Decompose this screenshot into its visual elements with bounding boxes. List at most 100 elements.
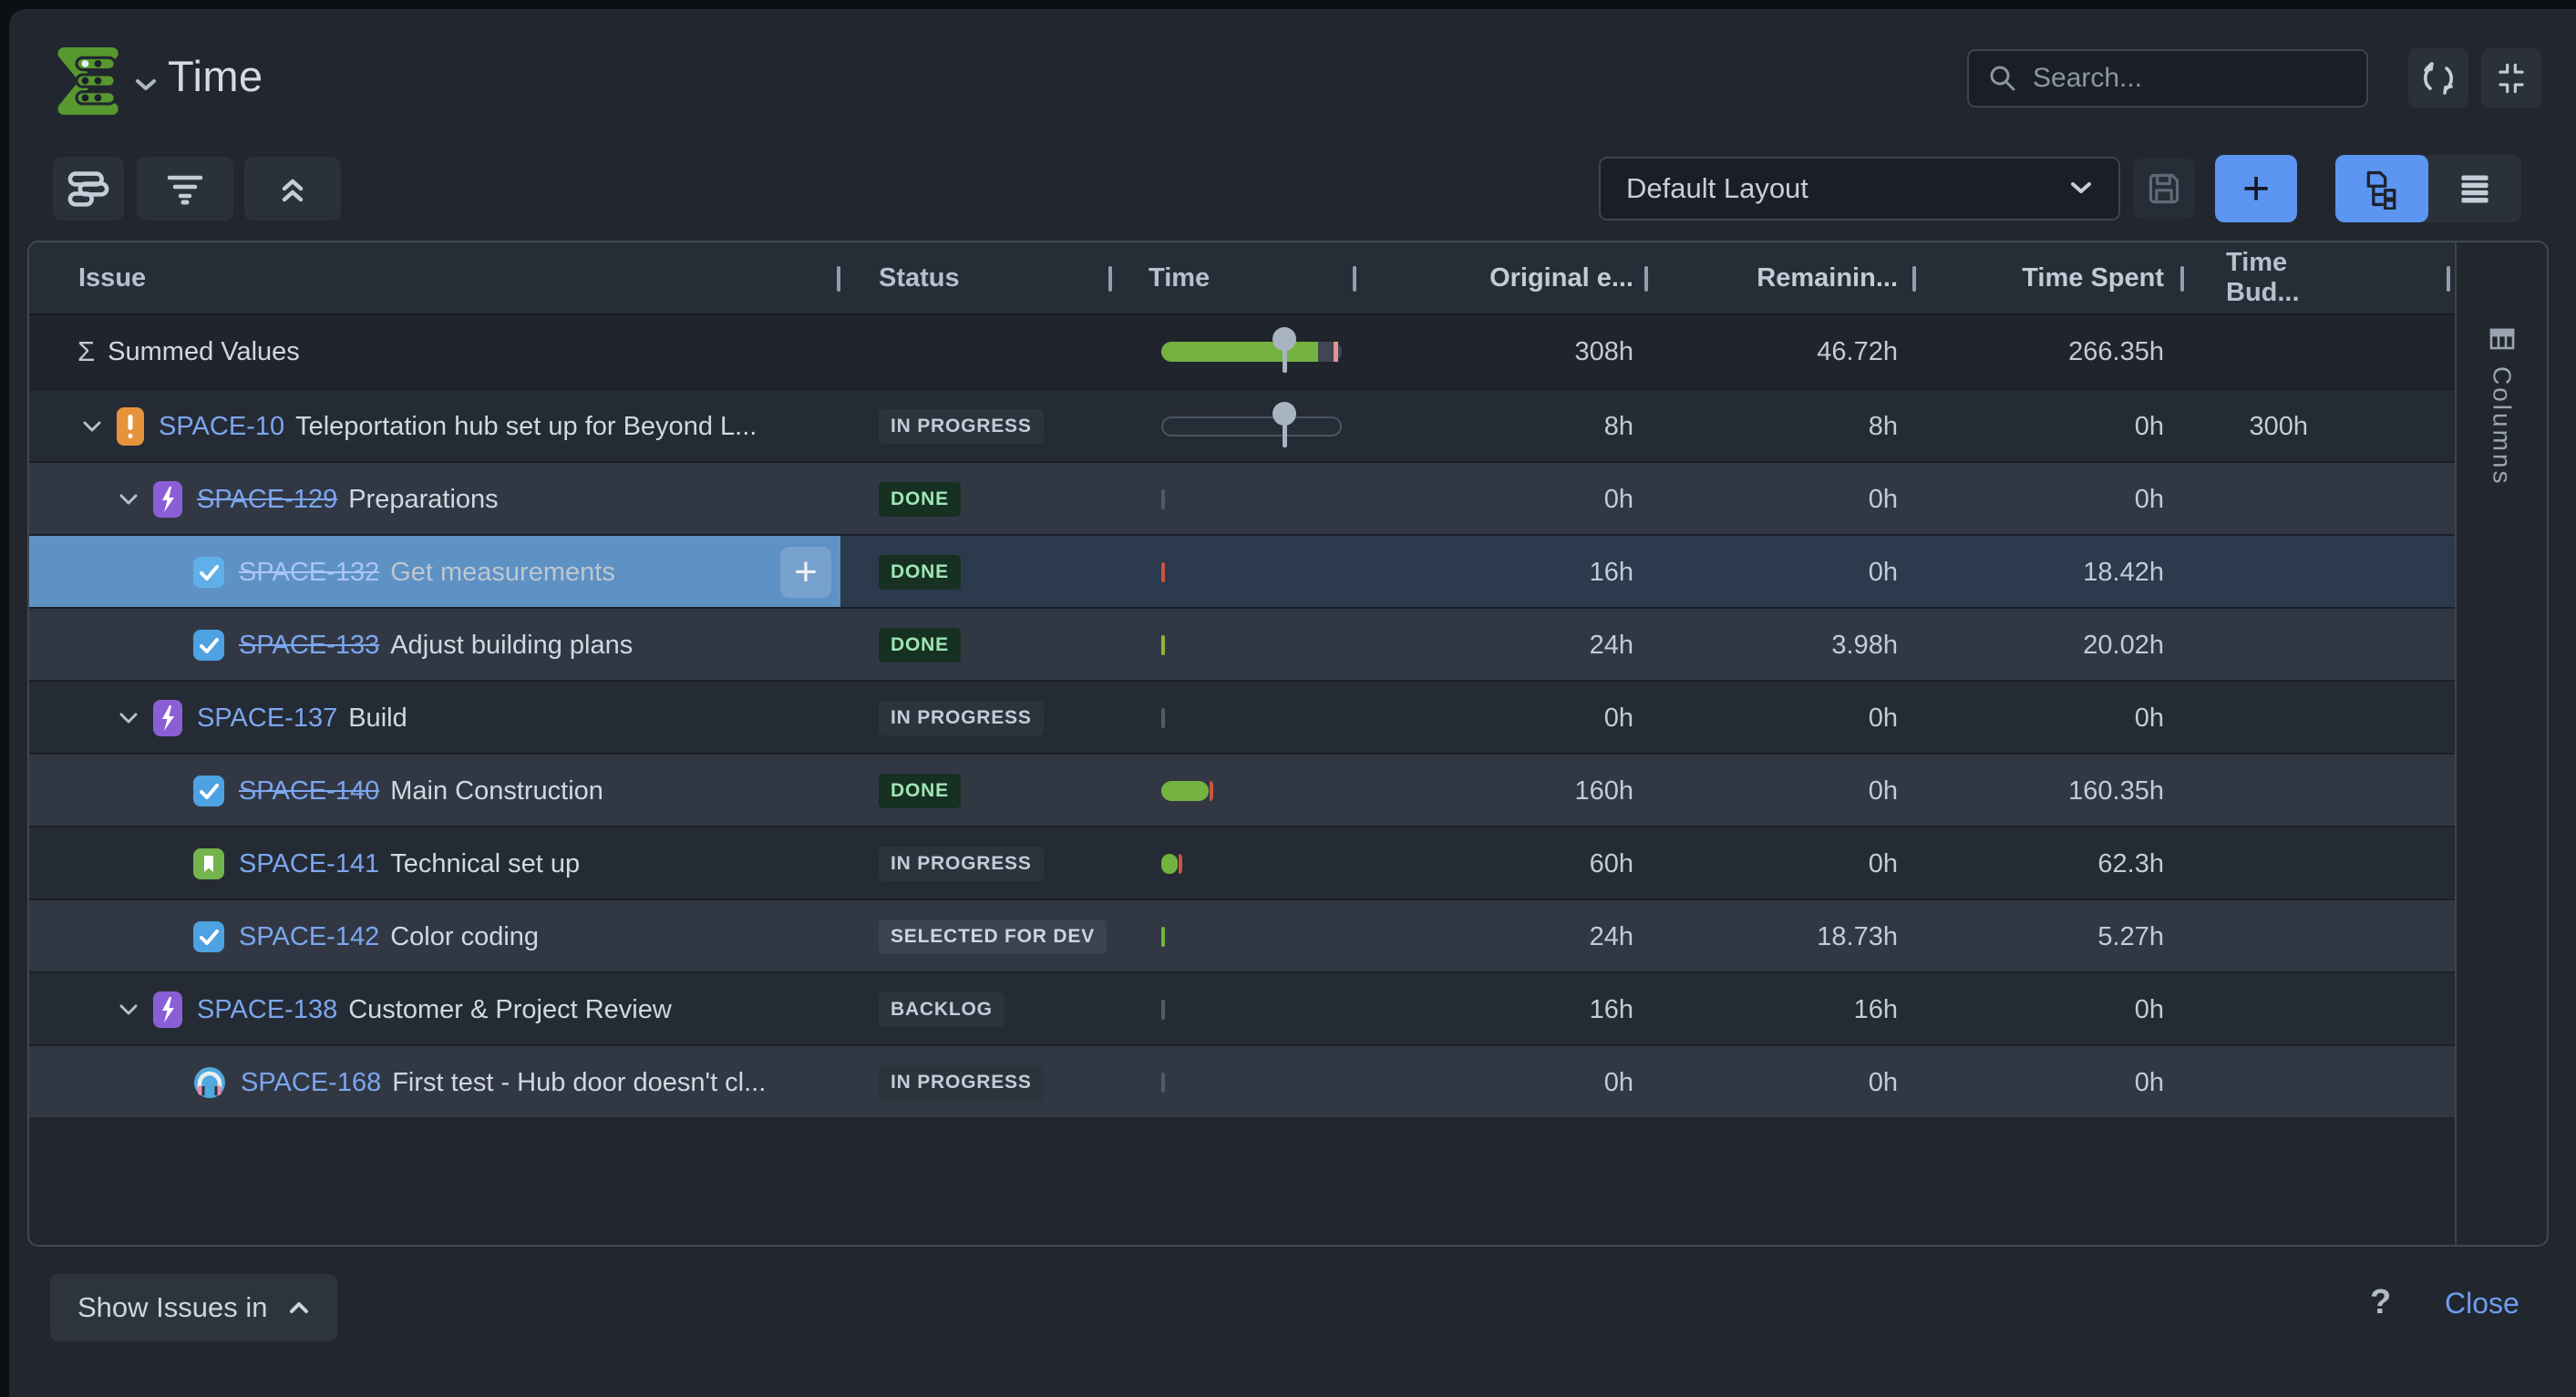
add-child-issue-button[interactable]: + [780, 547, 831, 598]
table-row[interactable]: SPACE-137 Build IN PROGRESS 0h 0h 0h [29, 680, 2455, 753]
group-by-button[interactable] [53, 157, 124, 221]
issue-key-link[interactable]: SPACE-133 [239, 631, 379, 661]
issue-key-link[interactable]: SPACE-141 [239, 849, 379, 879]
issue-key-link[interactable]: SPACE-132 [239, 558, 379, 588]
summed-remaining: 46.72h [1648, 337, 1916, 367]
column-resize-handle[interactable] [1108, 266, 1112, 292]
table-row-selected[interactable]: SPACE-132 Get measurements + DONE 16h 0h… [29, 534, 2455, 607]
issue-key-link[interactable]: SPACE-129 [197, 485, 337, 515]
remaining-estimate: 0h [1648, 558, 1916, 588]
status-badge: IN PROGRESS [879, 409, 1044, 444]
layout-select[interactable]: Default Layout [1599, 157, 2120, 221]
collapse-all-button[interactable] [244, 157, 341, 221]
column-header-time-budget[interactable]: Time Bud... [2184, 248, 2366, 308]
add-issue-toolbar-button[interactable]: + [2215, 155, 2297, 222]
bolt-icon [153, 991, 182, 1028]
column-resize-handle[interactable] [837, 266, 840, 292]
table-row[interactable]: SPACE-168 First test - Hub door doesn't … [29, 1044, 2455, 1117]
time-bar [1161, 1000, 1165, 1020]
original-estimate: 0h [1356, 1068, 1648, 1098]
columns-table-icon [2489, 328, 2515, 350]
close-button[interactable]: Close [2445, 1287, 2519, 1320]
search-box[interactable] [1967, 49, 2368, 108]
time-bar [1161, 927, 1165, 947]
columns-panel-label: Columns [2488, 366, 2517, 486]
status-badge: IN PROGRESS [879, 847, 1044, 881]
table-row[interactable]: SPACE-133 Adjust building plans DONE 24h… [29, 607, 2455, 680]
help-button[interactable]: ? [2370, 1283, 2391, 1322]
expand-chevron-icon[interactable] [117, 706, 144, 730]
remaining-estimate: 16h [1648, 995, 1916, 1025]
issue-key-link[interactable]: SPACE-137 [197, 704, 337, 734]
time-spent: 20.02h [1916, 631, 2184, 661]
time-spent: 62.3h [1916, 849, 2184, 879]
expand-chevron-icon[interactable] [117, 998, 144, 1022]
column-resize-handle[interactable] [2447, 266, 2450, 292]
filter-button[interactable] [137, 157, 233, 221]
expand-chevron-icon[interactable] [80, 415, 108, 438]
column-header-status[interactable]: Status [840, 263, 1112, 293]
time-slider-handle[interactable] [1273, 327, 1296, 373]
task-check-icon [193, 630, 224, 661]
table-row[interactable]: SPACE-138 Customer & Project Review BACK… [29, 971, 2455, 1044]
tree-view-button[interactable] [2335, 155, 2428, 222]
table-row[interactable]: SPACE-10 Teleportation hub set up for Be… [29, 388, 2455, 461]
time-bar [1161, 562, 1165, 582]
column-resize-handle[interactable] [1353, 266, 1356, 292]
summed-original: 308h [1356, 337, 1648, 367]
time-spent: 160.35h [1916, 776, 2184, 806]
table-row[interactable]: SPACE-140 Main Construction DONE 160h 0h… [29, 753, 2455, 826]
issue-key-link[interactable]: SPACE-142 [239, 922, 379, 952]
columns-panel-toggle[interactable]: Columns [2457, 242, 2547, 1245]
title-chevron-down-icon[interactable] [133, 77, 159, 95]
issue-summary: First test - Hub door doesn't cl... [392, 1068, 766, 1098]
table-row[interactable]: SPACE-142 Color coding SELECTED FOR DEV … [29, 899, 2455, 971]
column-header-original-estimate[interactable]: Original e... [1356, 263, 1648, 293]
column-resize-handle[interactable] [1912, 266, 1916, 292]
column-header-time-spent[interactable]: Time Spent [1916, 263, 2184, 293]
app-logo-icon[interactable] [50, 46, 123, 117]
flag-exclamation-icon [117, 407, 144, 446]
column-resize-handle[interactable] [1644, 266, 1648, 292]
collapse-window-button[interactable] [2481, 48, 2541, 108]
column-header-issue[interactable]: Issue [29, 263, 840, 293]
task-check-icon [193, 921, 224, 952]
refresh-button[interactable] [2408, 48, 2468, 108]
remaining-estimate: 0h [1648, 1068, 1916, 1098]
original-estimate: 24h [1356, 922, 1648, 952]
save-layout-button[interactable] [2133, 159, 2195, 219]
issue-key-link[interactable]: SPACE-168 [241, 1068, 381, 1098]
remaining-estimate: 0h [1648, 485, 1916, 515]
issue-key-link[interactable]: SPACE-10 [159, 412, 284, 442]
show-issues-in-button[interactable]: Show Issues in [50, 1274, 337, 1341]
original-estimate: 160h [1356, 776, 1648, 806]
status-badge: IN PROGRESS [879, 701, 1044, 735]
table-row[interactable]: SPACE-141 Technical set up IN PROGRESS 6… [29, 826, 2455, 899]
expand-chevron-icon[interactable] [117, 488, 144, 511]
time-spent: 0h [1916, 412, 2184, 442]
bolt-icon [153, 700, 182, 736]
issue-key-link[interactable]: SPACE-138 [197, 995, 337, 1025]
time-bar [1161, 708, 1165, 728]
status-badge: DONE [879, 482, 961, 517]
headphones-icon [193, 1066, 226, 1099]
column-resize-handle[interactable] [2180, 266, 2184, 292]
time-spent: 0h [1916, 704, 2184, 734]
list-view-button[interactable] [2428, 155, 2521, 222]
time-budget-track [1161, 416, 1342, 437]
plus-icon: + [794, 550, 818, 595]
issue-key-link[interactable]: SPACE-140 [239, 776, 379, 806]
search-input[interactable] [2033, 63, 2348, 94]
search-icon [1987, 63, 2018, 94]
chevron-up-icon [288, 1300, 310, 1315]
column-header-remaining[interactable]: Remainin... [1648, 263, 1916, 293]
time-bar-overrun [1179, 854, 1182, 874]
status-badge: DONE [879, 628, 961, 663]
time-slider-handle[interactable] [1273, 402, 1296, 447]
column-header-time[interactable]: Time [1112, 263, 1356, 293]
summed-progress-track [1161, 342, 1342, 362]
original-estimate: 16h [1356, 558, 1648, 588]
remaining-estimate: 0h [1648, 704, 1916, 734]
table-row[interactable]: SPACE-129 Preparations DONE 0h 0h 0h [29, 461, 2455, 534]
remaining-estimate: 3.98h [1648, 631, 1916, 661]
